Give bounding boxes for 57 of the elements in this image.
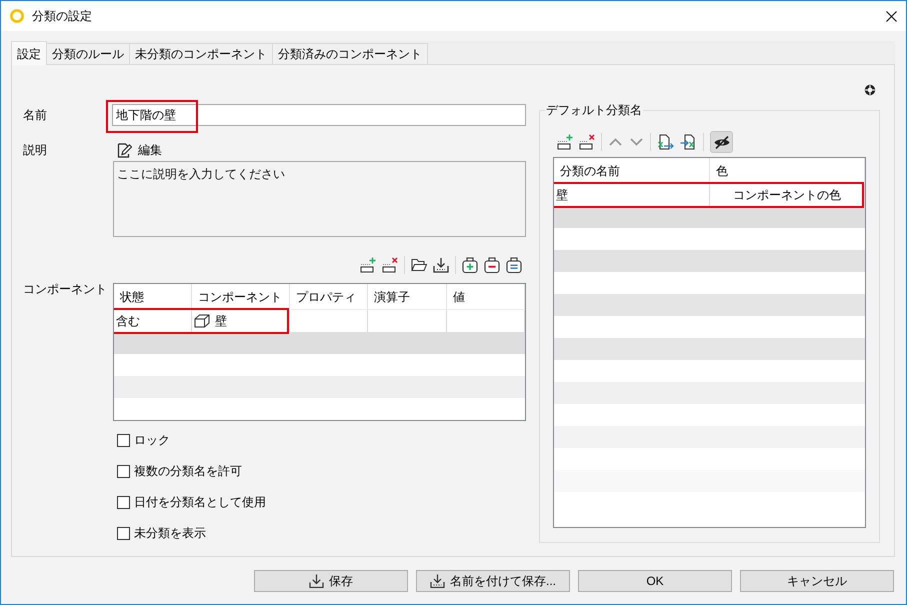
column-header: 状態 (114, 284, 192, 309)
chevron-down-icon[interactable] (630, 138, 643, 146)
table-cell: 含む (114, 310, 192, 332)
toggle-button[interactable] (710, 131, 733, 153)
file-export-icon[interactable] (657, 134, 674, 150)
close-icon[interactable] (886, 10, 897, 22)
cancel-button[interactable]: キャンセル (740, 570, 894, 592)
download-icon (309, 574, 324, 588)
checkbox[interactable] (117, 496, 130, 508)
column-header: 演算子 (368, 284, 447, 309)
checkbox-label[interactable]: 未分類を表示 (134, 524, 206, 542)
edit-icon (117, 142, 132, 158)
edit-button[interactable]: 編集 (117, 141, 162, 159)
tab[interactable]: 分類済みのコンポーネント (273, 43, 428, 64)
checkbox[interactable] (117, 526, 130, 540)
column-header: 値 (447, 284, 525, 309)
column-header: 分類の名前 (554, 158, 710, 183)
table-cell: コンポーネントの色 (710, 184, 865, 206)
description-field[interactable]: ここに説明を入力してください (113, 161, 526, 237)
checkbox[interactable] (117, 434, 130, 446)
column-header: プロパティ (290, 284, 368, 309)
checkbox-label[interactable]: 日付を分類名として使用 (134, 493, 266, 511)
window-title: 分類の設定 (32, 8, 92, 25)
cell-text: 壁 (215, 313, 227, 330)
name-field[interactable]: 地下階の壁 (112, 104, 526, 126)
download-icon[interactable] (433, 257, 449, 273)
ok-button[interactable]: OK (578, 570, 732, 592)
folder-icon[interactable] (411, 258, 427, 272)
bag-plus-icon[interactable] (462, 257, 478, 273)
ring-icon (10, 9, 24, 23)
delete-row-icon[interactable] (382, 257, 398, 273)
eye-slash-icon (714, 136, 730, 148)
delete-row-icon[interactable] (579, 134, 595, 150)
chevron-up-icon[interactable] (609, 138, 622, 146)
field-label: コンポーネント (23, 281, 108, 298)
tab[interactable]: 未分類のコンポーネント (130, 43, 273, 64)
checkbox[interactable] (117, 464, 130, 478)
block-icon (194, 314, 210, 328)
checkbox-label[interactable]: 複数の分類名を許可 (134, 462, 242, 480)
tab[interactable]: 分類のルール (47, 43, 130, 64)
field-label: 名前 (23, 107, 48, 124)
table-cell: 壁 (554, 184, 710, 206)
save-button[interactable]: 保存 (254, 570, 408, 592)
tray-download-icon (430, 574, 445, 588)
column-header: 色 (710, 158, 865, 183)
checkbox-label[interactable]: ロック (134, 431, 170, 449)
group-title: デフォルト分類名 (545, 103, 643, 117)
field-label: 説明 (23, 142, 48, 159)
save-as-button[interactable]: 名前を付けて保存... (416, 570, 570, 592)
column-header: コンポーネント (192, 284, 290, 309)
bag-minus-icon[interactable] (484, 257, 500, 273)
tab[interactable]: 設定 (11, 41, 47, 65)
file-import-icon[interactable] (680, 134, 697, 150)
bag-equal-icon[interactable] (506, 257, 522, 273)
add-row-icon[interactable] (557, 134, 573, 150)
help-icon[interactable] (864, 84, 876, 96)
add-row-icon[interactable] (360, 257, 376, 273)
